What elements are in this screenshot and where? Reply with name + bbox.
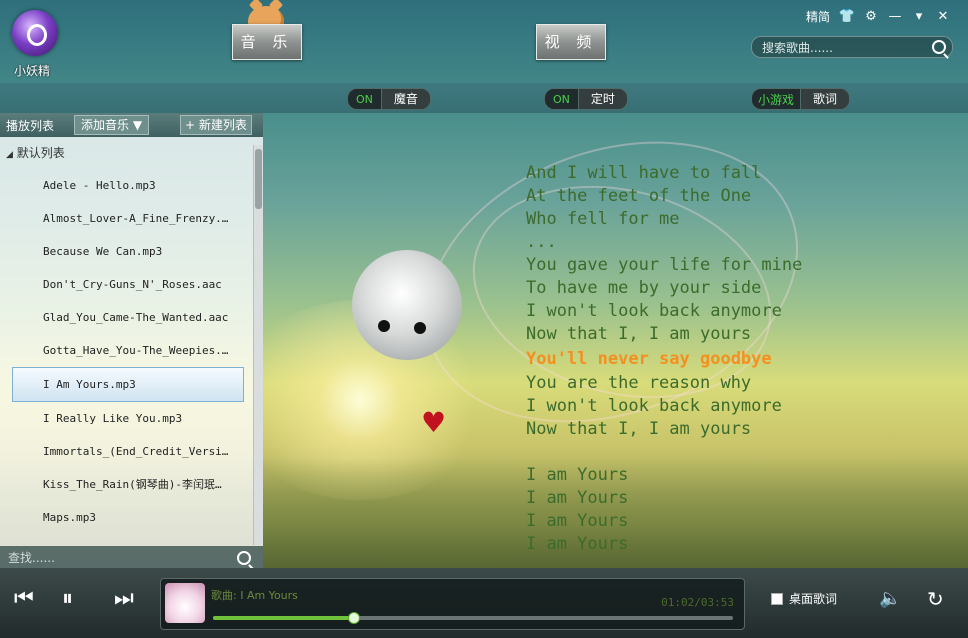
close-icon[interactable]: ✕ [936, 9, 950, 24]
find-search-icon[interactable] [237, 551, 251, 565]
lyric-line: I am Yours [526, 488, 629, 508]
song-search-box [751, 36, 953, 58]
playlist-song-item[interactable]: Maps.mp3 [0, 501, 245, 534]
playlist-song-item[interactable]: Glad_You_Came-The_Wanted.aac [0, 301, 245, 334]
playlist-song-item[interactable]: Almost_Lover-A_Fine_Frenzy.… [0, 202, 245, 235]
lyric-line: You gave your life for mine [526, 255, 803, 275]
lyric-line: I won't look back anymore [526, 301, 782, 321]
lyric-line: I am Yours [526, 465, 629, 485]
playlist-find-box [0, 546, 263, 568]
white-cat-mascot [352, 250, 462, 360]
minimize-icon[interactable]: — [888, 9, 902, 24]
playlist-song-item[interactable]: Don't_Cry-Guns_N'_Roses.aac [0, 268, 245, 301]
new-list-label: 新建列表 [198, 118, 247, 132]
mini-game-tab[interactable]: 小游戏 [752, 91, 800, 108]
skin-shirt-icon[interactable]: 👕 [839, 9, 855, 24]
volume-icon[interactable]: 🔈 [879, 588, 901, 610]
lyric-line: I won't look back anymore [526, 396, 782, 416]
playlist-header: 播放列表 添加音乐 ▼ + 新建列表 [0, 113, 263, 137]
song-search-input[interactable] [760, 39, 929, 57]
timer-toggle[interactable]: ON 定时 [544, 88, 628, 110]
default-list-label: 默认列表 [16, 146, 65, 160]
lyric-line: To have me by your side [526, 278, 762, 298]
now-playing-title: 歌曲: I Am Yours [211, 589, 298, 602]
playlist-find-input[interactable] [6, 549, 230, 567]
desktop-lyrics-label: 桌面歌词 [789, 592, 838, 606]
timer-state: ON [553, 92, 570, 106]
playlist-song-item[interactable]: Because We Can.mp3 [0, 235, 245, 268]
lyric-line: Who fell for me [526, 209, 680, 229]
playlist-scrollbar[interactable] [253, 145, 263, 545]
app-logo [12, 10, 58, 56]
lyric-line [526, 441, 802, 464]
repeat-icon[interactable]: ↻ [927, 588, 944, 610]
current-lyric-line: You'll never say goodbye [526, 349, 772, 369]
pause-icon[interactable]: ⏸ [62, 588, 73, 610]
playlist-song-item[interactable]: Immortals_(End_Credit_Versi… [0, 435, 245, 468]
new-list-button[interactable]: + 新建列表 [180, 115, 252, 135]
playlist-song-item[interactable]: Adele - Hello.mp3 [0, 169, 245, 202]
lyrics-tab[interactable]: 歌词 [800, 89, 850, 109]
playback-time: 01:02/03:53 [661, 596, 734, 609]
music-tab-button[interactable]: 音 乐 [232, 24, 302, 60]
add-music-label: 添加音乐 [81, 118, 130, 132]
app-name: 小妖精 [14, 64, 51, 78]
lyric-line: I am Yours [526, 511, 629, 531]
playlist-song-item[interactable]: Gotta_Have_You-The_Weepies.… [0, 334, 245, 367]
compact-mode-button[interactable]: 精简 [806, 8, 830, 25]
dropdown-triangle-icon: ▼ [132, 118, 143, 132]
settings-gear-icon[interactable]: ⚙ [864, 9, 878, 24]
lyric-line: Now that I, I am yours [526, 419, 752, 439]
progress-knob[interactable] [348, 612, 361, 624]
lyric-line: And I will have to fall [526, 163, 762, 183]
desktop-lyrics-checkbox[interactable] [771, 592, 783, 605]
magic-voice-label: 魔音 [380, 89, 430, 109]
next-track-icon[interactable]: ⏭ [114, 588, 134, 610]
playlist-song-item[interactable]: I Am Yours.mp3 [12, 367, 244, 402]
playlist-panel: 播放列表 添加音乐 ▼ + 新建列表 ◢ 默认列表 Adele - Hello.… [0, 113, 263, 568]
heart-icon: ♥ [421, 406, 447, 439]
lyric-line: You are the reason why [526, 373, 752, 393]
playlist-song-item[interactable]: I Really Like You.mp3 [0, 402, 245, 435]
previous-track-icon[interactable]: ⏮ [14, 588, 34, 610]
mascot-eye [378, 320, 390, 332]
desktop-lyrics-toggle[interactable]: 桌面歌词 [771, 590, 837, 607]
player-bar: ⏮ ⏸ ⏭ 歌曲: I Am Yours 01:02/03:53 桌面歌词 🔈 … [0, 568, 968, 638]
playlist-song-item[interactable]: Kiss_The_Rain(钢琴曲)-李闰珉… [0, 468, 245, 501]
album-art [165, 583, 205, 623]
scrollbar-thumb[interactable] [255, 149, 262, 209]
add-music-button[interactable]: 添加音乐 ▼ [74, 115, 150, 135]
now-playing-panel: 歌曲: I Am Yours 01:02/03:53 [160, 578, 745, 630]
dropdown-arrow-icon[interactable]: ▾ [912, 9, 926, 24]
game-lyrics-switch[interactable]: 小游戏 歌词 [751, 88, 851, 110]
lyric-line: At the feet of the One [526, 186, 752, 206]
lyrics-display: And I will have to fall At the feet of th… [526, 162, 802, 556]
video-tab-button[interactable]: 视 频 [536, 24, 606, 60]
search-icon[interactable] [932, 40, 946, 54]
magic-voice-toggle[interactable]: ON 魔音 [347, 88, 431, 110]
feature-toolbar: ON 魔音 ON 定时 小游戏 歌词 [0, 83, 968, 113]
playlist-title: 播放列表 [6, 119, 55, 133]
default-list-group[interactable]: ◢ 默认列表 [6, 144, 65, 161]
progress-bar[interactable] [213, 612, 733, 624]
plus-icon: + [185, 118, 196, 132]
window-controls: 精简 👕 ⚙ — ▾ ✕ [806, 8, 950, 25]
expand-arrow-icon: ◢ [6, 150, 13, 160]
song-list: Adele - Hello.mp3 Almost_Lover-A_Fine_Fre… [0, 169, 253, 534]
magic-voice-state: ON [356, 92, 373, 106]
timer-label: 定时 [577, 89, 627, 109]
mascot-eye [414, 322, 426, 334]
lyric-line: Now that I, I am yours [526, 324, 752, 344]
progress-fill [213, 616, 354, 620]
lyric-line: I am Yours [526, 534, 629, 554]
lyric-line: ... [526, 232, 557, 252]
